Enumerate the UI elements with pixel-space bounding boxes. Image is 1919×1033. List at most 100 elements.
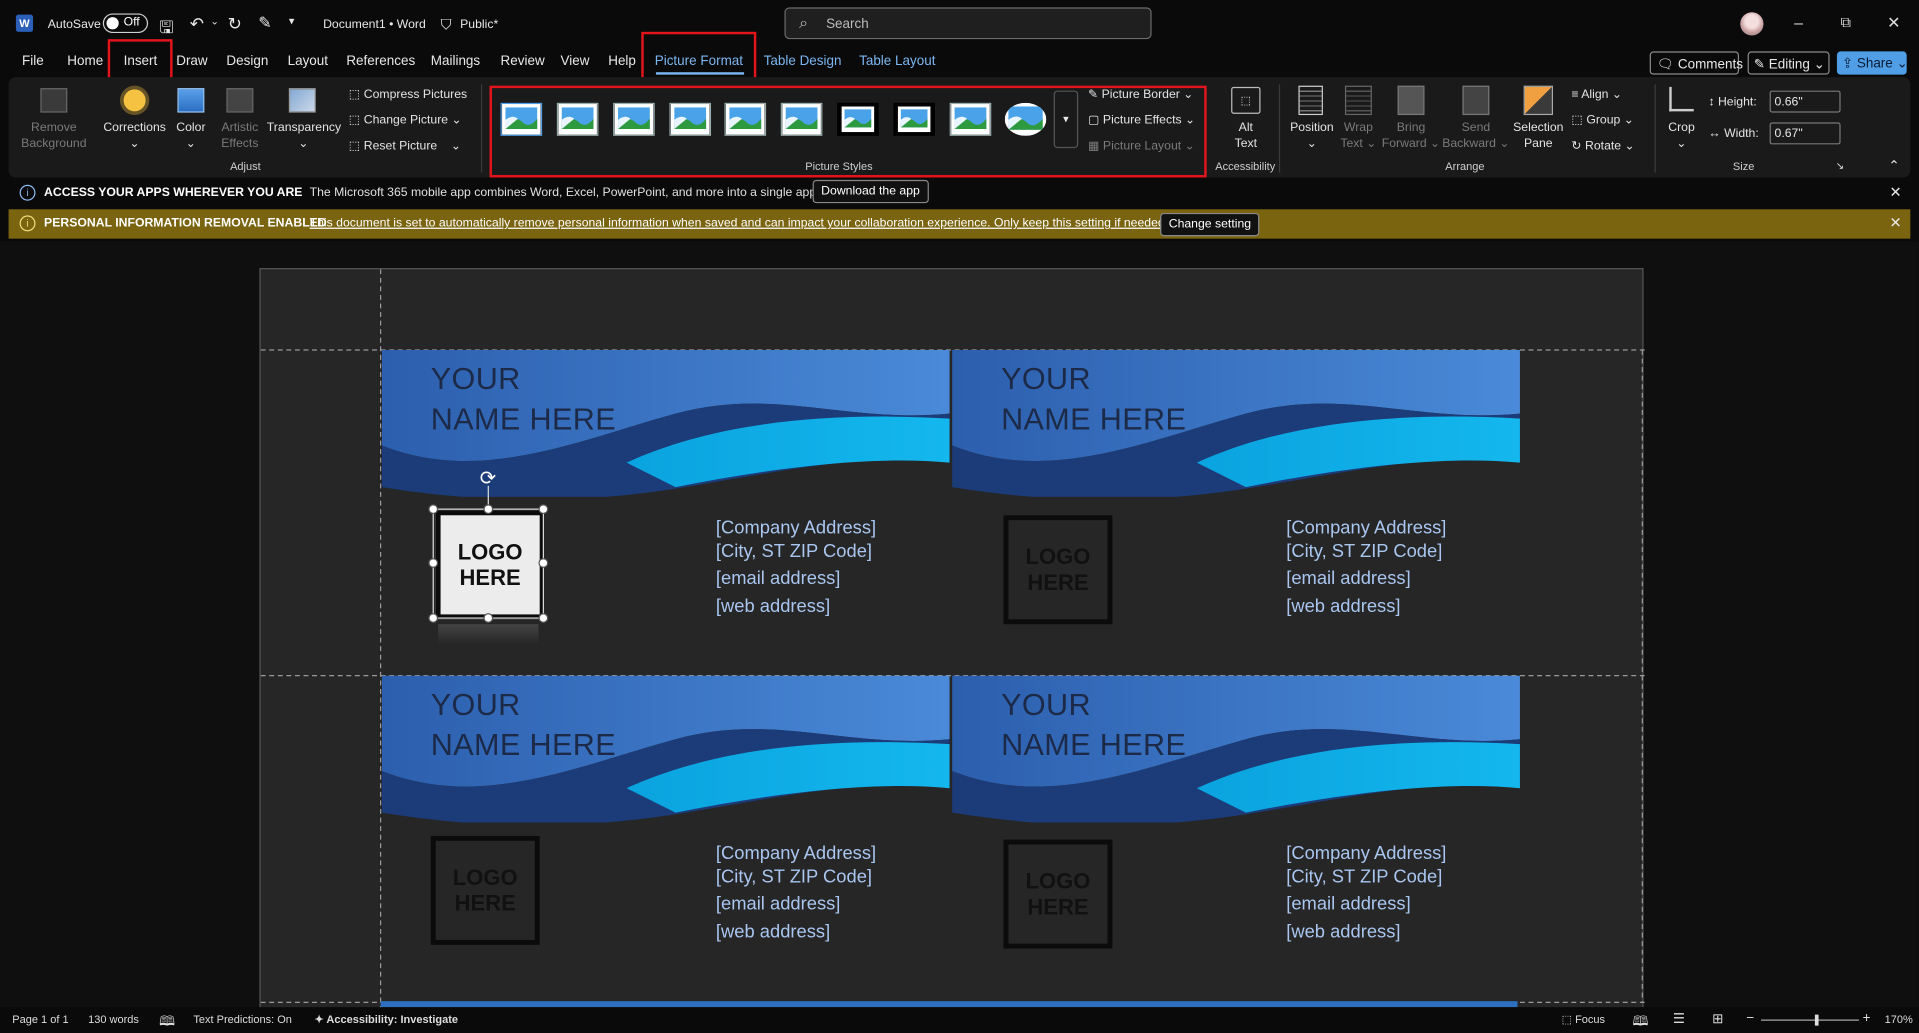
tab-file[interactable]: File bbox=[22, 54, 44, 69]
privacy-info-link[interactable]: This document is set to automatically re… bbox=[310, 217, 1168, 230]
tab-view[interactable]: View bbox=[561, 54, 590, 69]
height-input[interactable]: 0.66" bbox=[1769, 90, 1841, 113]
collapse-ribbon-icon[interactable]: ⌃ bbox=[1888, 158, 1899, 174]
card-name-line2[interactable]: NAME HERE bbox=[431, 400, 616, 440]
redo-icon[interactable]: ↻ bbox=[228, 13, 242, 34]
close-apps-bar-icon[interactable]: ✕ bbox=[1890, 184, 1902, 201]
wrap-text-button[interactable]: Wrap Text ⌄ bbox=[1339, 120, 1378, 152]
tab-help[interactable]: Help bbox=[608, 54, 636, 69]
send-backward-button[interactable]: Send Backward ⌄ bbox=[1442, 120, 1511, 152]
width-input[interactable]: 0.67" bbox=[1769, 122, 1841, 145]
city-state-zip[interactable]: [City, ST ZIP Code] bbox=[1286, 865, 1442, 889]
tab-home[interactable]: Home bbox=[67, 54, 103, 69]
size-dialog-launcher-icon[interactable]: ↘ bbox=[1836, 160, 1844, 171]
undo-icon[interactable]: ↶ bbox=[190, 13, 204, 34]
align-button[interactable]: ≡ Align ⌄ bbox=[1571, 88, 1622, 101]
logo-placeholder[interactable]: LOGO HERE bbox=[430, 835, 540, 945]
tab-table-design[interactable]: Table Design bbox=[764, 54, 842, 69]
card-name-line1[interactable]: YOUR bbox=[431, 685, 521, 725]
city-state-zip[interactable]: [City, ST ZIP Code] bbox=[1286, 540, 1442, 564]
company-address[interactable]: [Company Address] bbox=[716, 842, 876, 866]
email-address[interactable]: [email address] bbox=[716, 567, 840, 591]
logo-placeholder[interactable]: LOGO HERE bbox=[1003, 515, 1113, 625]
close-privacy-bar-icon[interactable]: ✕ bbox=[1890, 214, 1902, 231]
compress-pictures-button[interactable]: ⬚ Compress Pictures bbox=[349, 88, 467, 101]
web-address[interactable]: [web address] bbox=[716, 595, 830, 619]
comments-button[interactable]: 🗨 Comments bbox=[1649, 51, 1743, 75]
artistic-effects-button[interactable]: Artistic Effects bbox=[213, 120, 267, 152]
zoom-slider-thumb[interactable] bbox=[1814, 1014, 1819, 1026]
bring-forward-button[interactable]: Bring Forward ⌄ bbox=[1380, 120, 1441, 152]
company-address[interactable]: [Company Address] bbox=[1286, 842, 1446, 866]
rotate-button[interactable]: ↻ Rotate ⌄ bbox=[1571, 140, 1634, 153]
close-icon[interactable]: ✕ bbox=[1887, 13, 1900, 33]
email-address[interactable]: [email address] bbox=[716, 892, 840, 916]
alt-text-button[interactable]: Alt Text bbox=[1224, 120, 1268, 152]
remove-background-button[interactable]: Remove Background bbox=[15, 120, 93, 152]
zoom-in-icon[interactable]: + bbox=[1863, 1011, 1871, 1026]
email-address[interactable]: [email address] bbox=[1286, 567, 1410, 591]
page-count[interactable]: Page 1 of 1 bbox=[12, 1013, 68, 1025]
business-card[interactable]: YOUR NAME HERE LOGO HERE [Company Address] [C… bbox=[952, 675, 1520, 1002]
restore-icon[interactable]: ⧉ bbox=[1841, 13, 1851, 31]
change-picture-button[interactable]: ⬚ Change Picture ⌄ bbox=[349, 114, 462, 127]
corrections-button[interactable]: Corrections ⌄ bbox=[102, 120, 168, 152]
business-card[interactable]: YOUR NAME HERE LOGO HERE [Company Address] [C… bbox=[952, 350, 1520, 676]
city-state-zip[interactable]: [City, ST ZIP Code] bbox=[716, 540, 872, 564]
text-predictions[interactable]: Text Predictions: On bbox=[193, 1013, 292, 1025]
undo-dropdown-icon[interactable]: ⌄ bbox=[210, 16, 218, 27]
search-box[interactable]: ⌕ Search bbox=[784, 7, 1152, 40]
card-name-line1[interactable]: YOUR bbox=[1001, 360, 1091, 400]
bring-forward-icon bbox=[1397, 85, 1425, 116]
card-name-line2[interactable]: NAME HERE bbox=[431, 726, 616, 766]
tab-references[interactable]: References bbox=[346, 54, 415, 69]
autosave-toggle[interactable]: Off bbox=[102, 13, 149, 34]
card-name-line2[interactable]: NAME HERE bbox=[1001, 400, 1186, 440]
document-page[interactable]: YOUR NAME HERE LOGO HERE [Company Address] [C… bbox=[259, 268, 1645, 1008]
web-address[interactable]: [web address] bbox=[1286, 920, 1400, 944]
color-button[interactable]: Color ⌄ bbox=[169, 120, 213, 152]
selection-pane-button[interactable]: Selection Pane bbox=[1510, 120, 1566, 152]
web-address[interactable]: [web address] bbox=[716, 920, 830, 944]
zoom-level[interactable]: 170% bbox=[1885, 1013, 1913, 1025]
group-button[interactable]: ⬚ Group ⌄ bbox=[1571, 114, 1634, 127]
tab-layout[interactable]: Layout bbox=[288, 54, 328, 69]
avatar[interactable] bbox=[1740, 12, 1764, 36]
change-setting-button[interactable]: Change setting bbox=[1160, 212, 1260, 237]
tab-draw[interactable]: Draw bbox=[176, 54, 207, 69]
read-mode-icon[interactable]: 🕮 bbox=[1633, 1011, 1649, 1033]
proofing-icon[interactable]: 🕮 bbox=[159, 1011, 175, 1033]
web-layout-icon[interactable]: ⊞ bbox=[1712, 1011, 1723, 1027]
zoom-slider[interactable] bbox=[1761, 1019, 1859, 1021]
download-app-button[interactable]: Download the app bbox=[812, 179, 929, 204]
share-button[interactable]: ⇪ Share ⌄ bbox=[1836, 51, 1908, 75]
print-layout-icon[interactable]: ☰ bbox=[1673, 1011, 1685, 1027]
city-state-zip[interactable]: [City, ST ZIP Code] bbox=[716, 865, 872, 889]
editing-mode-button[interactable]: ✎ Editing ⌄ bbox=[1747, 51, 1830, 75]
transparency-button[interactable]: Transparency ⌄ bbox=[267, 120, 341, 152]
tab-design[interactable]: Design bbox=[226, 54, 268, 69]
crop-button[interactable]: Crop ⌄ bbox=[1664, 120, 1698, 152]
position-button[interactable]: Position ⌄ bbox=[1285, 120, 1339, 152]
sensitivity-label[interactable]: Public* bbox=[460, 18, 498, 31]
reset-picture-button[interactable]: ⬚ Reset Picture ⌄ bbox=[349, 140, 461, 153]
minimize-icon[interactable]: – bbox=[1794, 13, 1803, 31]
card-name-line2[interactable]: NAME HERE bbox=[1001, 726, 1186, 766]
card-name-line1[interactable]: YOUR bbox=[1001, 685, 1091, 725]
draw-pen-icon[interactable]: ✎ bbox=[258, 13, 271, 33]
email-address[interactable]: [email address] bbox=[1286, 892, 1410, 916]
business-card[interactable]: YOUR NAME HERE LOGO HERE [Company Address] [C… bbox=[381, 675, 950, 1002]
company-address[interactable]: [Company Address] bbox=[1286, 516, 1446, 540]
tab-review[interactable]: Review bbox=[501, 54, 545, 69]
focus-button[interactable]: ⬚ Focus bbox=[1562, 1013, 1606, 1026]
accessibility-status[interactable]: ✦ Accessibility: Investigate bbox=[315, 1013, 459, 1026]
card-name-line1[interactable]: YOUR bbox=[431, 360, 521, 400]
customize-qat-icon[interactable]: ▾ bbox=[289, 15, 295, 28]
web-address[interactable]: [web address] bbox=[1286, 595, 1400, 619]
tab-mailings[interactable]: Mailings bbox=[431, 54, 480, 69]
tab-table-layout[interactable]: Table Layout bbox=[859, 54, 935, 69]
zoom-out-icon[interactable]: − bbox=[1746, 1011, 1754, 1026]
logo-placeholder[interactable]: LOGO HERE bbox=[1003, 839, 1113, 949]
company-address[interactable]: [Company Address] bbox=[716, 516, 876, 540]
word-count[interactable]: 130 words bbox=[88, 1013, 139, 1025]
